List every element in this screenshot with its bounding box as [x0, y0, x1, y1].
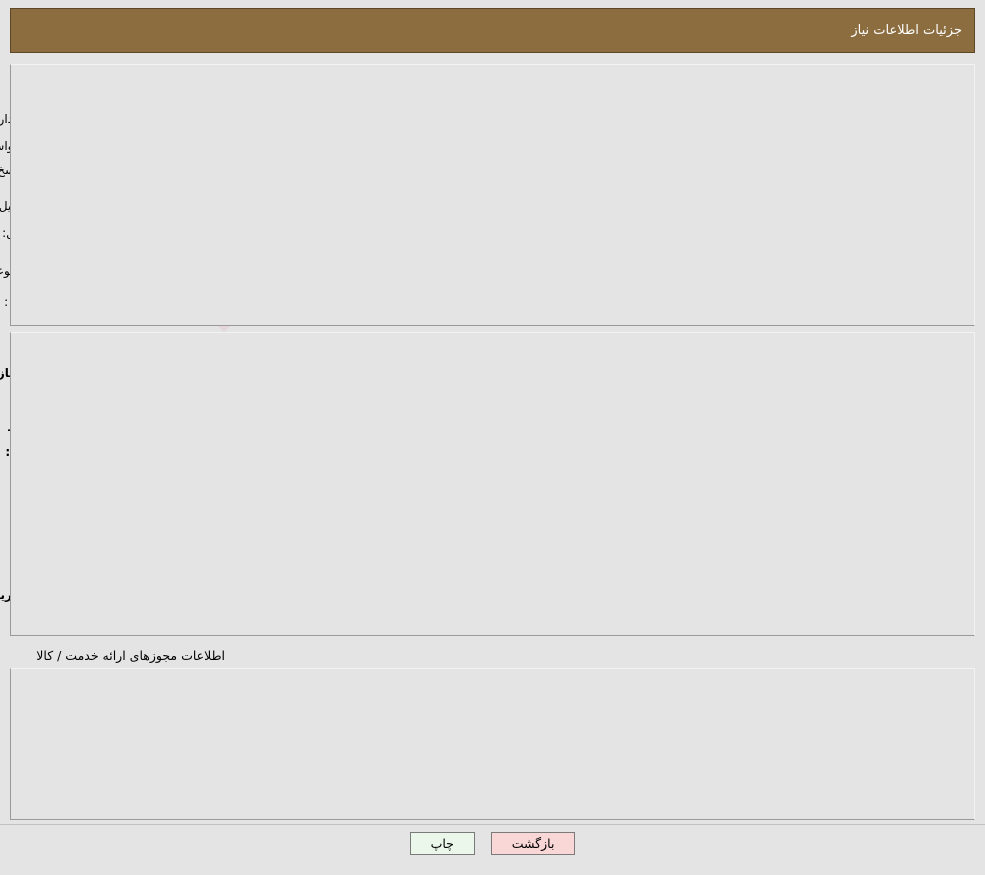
footer-divider — [0, 824, 985, 825]
page-root: AriaTender.net جزئیات اطلاعات نیاز شماره… — [0, 0, 985, 875]
licenses-section-title: اطلاعات مجوزهای ارائه خدمت / کالا — [36, 648, 225, 663]
page-header: جزئیات اطلاعات نیاز — [10, 8, 975, 53]
services-panel — [10, 332, 975, 636]
back-button[interactable]: بازگشت — [491, 832, 576, 855]
page-title: جزئیات اطلاعات نیاز — [851, 23, 962, 38]
footer-buttons: بازگشت چاپ — [0, 832, 985, 855]
need-info-panel — [10, 64, 975, 326]
licenses-panel — [10, 668, 975, 820]
print-button[interactable]: چاپ — [410, 832, 475, 855]
